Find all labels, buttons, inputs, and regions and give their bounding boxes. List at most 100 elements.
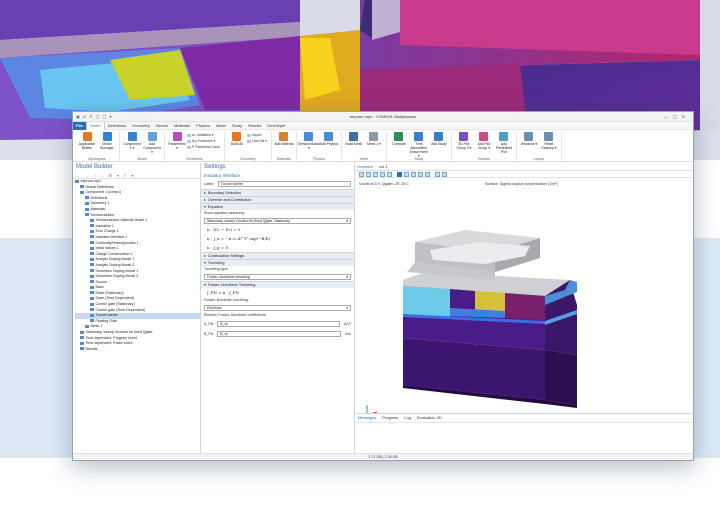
section-tunneling[interactable]: Tunneling — [201, 259, 354, 266]
window-controls[interactable]: —▢✕ — [664, 114, 690, 119]
status-bar: 1.73 GB | 2.28 GB — [73, 453, 693, 460]
ribbon-button-icon — [232, 132, 242, 141]
ribbon-group-mesh: Build Mesh Mesh 1 ▾ Mesh — [342, 132, 387, 161]
grid-icon[interactable] — [418, 172, 423, 177]
settings-title: Settings — [201, 163, 354, 172]
ribbon-group-study: Compute Time dependent, Erase event ▾ Add … — [387, 132, 452, 161]
coef-a-row: A_FN A_fn A/V² — [201, 319, 354, 329]
ribbon-tab-home[interactable]: Home — [85, 121, 105, 130]
ribbon-button-icon — [324, 132, 334, 141]
ribbon-tab-file[interactable]: File — [73, 121, 86, 130]
ribbon-button-icon — [82, 132, 92, 141]
show-equation-select[interactable]: Stationary, sweep Vcontrol for fixed Qga… — [204, 218, 351, 224]
model-builder-title: Model Builder — [73, 163, 200, 172]
ribbon-button-icon — [479, 132, 489, 141]
transparency-icon[interactable] — [404, 172, 409, 177]
ribbon-group-caption: Definitions — [186, 157, 203, 161]
ribbon-group-layout: Windows ▾ Reset Desktop ▾ Layout — [517, 132, 562, 161]
ribbon-stack-item[interactable]: LiveLink ▾ — [247, 138, 267, 144]
ribbon-tab-developer[interactable]: Developer — [264, 122, 288, 130]
model-builder-pane: Model Builder ← → ↑ ↓ ⊞ ▾ ≡ ▾ eeprom.mph… — [73, 163, 201, 453]
coef-b-name: B_FN — [204, 332, 214, 336]
ribbon-tab-geometry[interactable]: Geometry — [129, 122, 153, 130]
ribbon-button-label: Reset Desktop ▾ — [541, 142, 557, 150]
zoom-extents-icon[interactable] — [373, 172, 378, 177]
fn-carrier-select[interactable]: Electrons — [204, 305, 351, 311]
equation-3: n · J_p = 0 — [207, 245, 228, 250]
tab-progress[interactable]: Progress — [382, 414, 398, 422]
ribbon-stack-item[interactable]: P Parameter Case — [187, 144, 220, 150]
messages-tabs: Messages Progress Log Evaluation 3D — [355, 414, 693, 423]
ribbon-button-icon — [147, 132, 157, 141]
ribbon-tab-sketch[interactable]: Sketch — [153, 122, 171, 130]
ribbon-button-icon — [524, 132, 534, 141]
ribbon-button-label: Add Material — [274, 142, 294, 146]
ribbon-button-label: Add Plot Group ▾ — [477, 142, 491, 150]
ribbon-button-icon — [499, 132, 509, 141]
coef-a-name: A_FN — [204, 322, 214, 326]
print-icon[interactable] — [442, 172, 447, 177]
ribbon-group-workspace: Application Builder Model Manager Workspac… — [75, 132, 120, 161]
ribbon-group-geometry: Build All Import LiveLink ▾ Geometry — [225, 132, 272, 161]
ribbon-group-physics: Semiconductor ▾ Add Physics Physics — [297, 132, 342, 161]
ribbon-group-caption: Materials — [276, 157, 292, 161]
render-icon[interactable] — [435, 172, 440, 177]
section-equation[interactable]: Equation — [201, 203, 354, 210]
show-equation-caption: Show equation assuming: — [204, 211, 246, 215]
zoom-out-icon[interactable] — [366, 172, 371, 177]
ribbon-tab-definitions[interactable]: Definitions — [105, 122, 130, 130]
section-fowler-nordheim[interactable]: Fowler–Nordheim Tunneling — [201, 281, 354, 288]
tab-cut1[interactable]: cut 1 — [379, 163, 388, 170]
zoom-in-icon[interactable] — [359, 172, 364, 177]
ribbon-button-icon — [369, 132, 379, 141]
tab-graphics[interactable]: Graphics — [357, 163, 373, 170]
ribbon-group-caption: Workspace — [88, 157, 106, 161]
ribbon-button-icon — [349, 132, 359, 141]
tunneling-type-caption: Tunneling type: — [204, 267, 229, 271]
coef-b-unit: V/m — [344, 332, 351, 336]
messages-pane: Messages Progress Log Evaluation 3D — [355, 413, 693, 453]
section-override[interactable]: Override and Contribution — [201, 196, 354, 203]
ribbon-button-icon — [172, 132, 182, 141]
ribbon-button-label: Build Mesh — [345, 142, 363, 146]
label-input[interactable]: Tunnel barrier — [217, 181, 351, 187]
fn-equation: J_FN = n · J_FN — [207, 290, 240, 295]
wireframe-icon[interactable] — [411, 172, 416, 177]
ribbon-group-caption: Results — [478, 157, 490, 161]
ribbon-tab-mesh[interactable]: Mesh — [213, 122, 229, 130]
ribbon-button-icon — [279, 132, 289, 141]
axis-icon[interactable] — [425, 172, 430, 177]
tunneling-type-select[interactable]: Fowler–Nordheim tunneling — [204, 274, 351, 280]
title-bar: ▣ ⎌ ⟳ ▢ ▢ ▾ eeprom.mph - COMSOL Multiphy… — [73, 112, 693, 122]
coef-b-input[interactable]: B_fn — [217, 331, 341, 337]
ribbon-button-label: Add Study — [431, 142, 447, 146]
ribbon-button-icon — [544, 132, 554, 141]
view-icon[interactable] — [387, 172, 392, 177]
ribbon-tab-physics[interactable]: Physics — [193, 122, 213, 130]
equation-1: n · (D₁ − D₂) = 0 — [207, 227, 241, 232]
ribbon-button-label: Windows ▾ — [520, 142, 538, 146]
ribbon-tab-results[interactable]: Results — [245, 122, 264, 130]
tab-log[interactable]: Log — [404, 414, 411, 422]
section-continuation[interactable]: Continuation Settings — [201, 252, 354, 259]
ribbon-button-label: Add Predefined Plot — [495, 142, 513, 154]
ribbon-tab-study[interactable]: Study — [229, 122, 245, 130]
ribbon-button-label: Compute — [392, 142, 406, 146]
tab-evaluation-3d[interactable]: Evaluation 3D — [417, 414, 442, 422]
graphics-canvas[interactable]: Vcontrol=3 V, Qgate=-2E-15 C Surface: Si… — [355, 180, 693, 421]
section-boundary-selection[interactable]: Boundary Selection — [201, 189, 354, 196]
graphics-pane: Graphics cut 1 Vcontrol=3 V, Qgate=-2E-1… — [355, 163, 693, 453]
camera-icon[interactable] — [397, 172, 402, 177]
settings-pane: Settings Insulator Interface Label: Tunn… — [201, 163, 355, 453]
coef-b-row: B_FN B_fn V/m — [201, 329, 354, 339]
select-icon[interactable] — [380, 172, 385, 177]
ribbon-group-model: Component 1 ▾ Add Component ▾ Model — [120, 132, 165, 161]
coef-a-input[interactable]: A_fn — [217, 321, 340, 327]
model-builder-toolbar[interactable]: ← → ↑ ↓ ⊞ ▾ ≡ ▾ — [73, 172, 200, 179]
ribbon-tab-materials[interactable]: Materials — [171, 122, 193, 130]
tree-node[interactable]: Results — [75, 347, 200, 353]
window-title: eeprom.mph - COMSOL Multiphysics — [349, 114, 417, 119]
ribbon-group-caption: Layout — [533, 157, 545, 161]
workspace: Model Builder ← → ↑ ↓ ⊞ ▾ ≡ ▾ eeprom.mph… — [73, 163, 693, 453]
tab-messages[interactable]: Messages — [358, 414, 376, 422]
